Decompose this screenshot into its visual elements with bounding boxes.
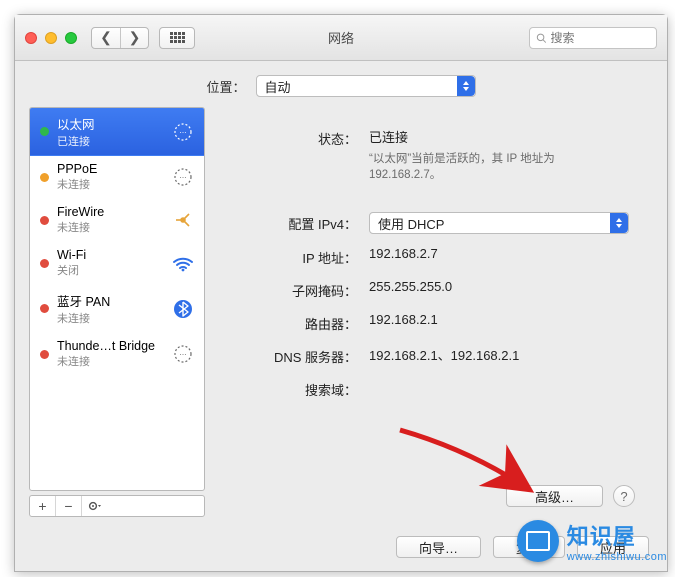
forward-button[interactable]: ❯ <box>120 28 148 48</box>
ip-row: IP 地址： 192.168.2.7 <box>239 246 635 267</box>
sidebar-item-label: PPPoE <box>57 162 162 176</box>
dns-value[interactable]: 192.168.2.1、192.168.2.1 <box>369 345 635 364</box>
firewire-icon <box>170 209 196 231</box>
sidebar-item-label: 蓝牙 PAN <box>57 291 162 310</box>
svg-text:⋯: ⋯ <box>180 130 187 137</box>
sidebar-item-label: FireWire <box>57 205 162 219</box>
bluetooth-icon <box>170 298 196 320</box>
remove-interface-button[interactable]: − <box>56 496 82 516</box>
ip-value: 192.168.2.7 <box>369 246 635 261</box>
ethernet-icon: ⋯ <box>170 121 196 143</box>
window-controls <box>25 32 77 44</box>
status-row: 状态： 已连接 “以太网”当前是活跃的，其 IP 地址为 192.168.2.7… <box>239 127 635 182</box>
dns-row: DNS 服务器： 192.168.2.1、192.168.2.1 <box>239 345 635 366</box>
interface-actions-button[interactable] <box>82 496 108 516</box>
location-label: 位置： <box>206 77 245 96</box>
nav-back-forward: ❮ ❯ <box>91 27 149 49</box>
network-preferences-window: ❮ ❯ 网络 位置： 自动 <box>14 14 668 572</box>
status-value: 已连接 <box>369 127 635 146</box>
sidebar-item-label: 以太网 <box>57 114 162 133</box>
sidebar-item-status: 未连接 <box>57 176 162 192</box>
configure-ipv4-select[interactable]: 使用 DHCP <box>369 212 629 234</box>
watermark-title: 知识屋 <box>567 519 667 551</box>
gear-icon <box>87 500 103 512</box>
status-dot <box>40 216 49 225</box>
watermark-logo-icon <box>517 520 559 562</box>
add-interface-button[interactable]: + <box>30 496 56 516</box>
sidebar-item-status: 未连接 <box>57 310 162 326</box>
sidebar-item-label: Wi-Fi <box>57 248 162 262</box>
mask-label: 子网掩码： <box>239 279 369 300</box>
sidebar-item-bluetooth[interactable]: 蓝牙 PAN 未连接 <box>30 285 204 333</box>
status-dot <box>40 173 49 182</box>
advanced-button[interactable]: 高级… <box>506 485 603 507</box>
sidebar-item-status: 已连接 <box>57 133 162 149</box>
search-icon <box>536 32 546 44</box>
sidebar-item-thunderbolt-bridge[interactable]: Thunde…t Bridge 未连接 ⋯ <box>30 333 204 376</box>
status-dot <box>40 350 49 359</box>
search-input[interactable] <box>550 31 650 45</box>
config-row: 配置 IPv4： 使用 DHCP <box>239 212 635 234</box>
sidebar-item-label: Thunde…t Bridge <box>57 339 162 353</box>
sidebar-item-status: 关闭 <box>57 262 162 278</box>
ethernet-icon: ⋯ <box>170 166 196 188</box>
location-value: 自动 <box>265 77 291 96</box>
location-select[interactable]: 自动 <box>256 75 476 97</box>
status-dot <box>40 304 49 313</box>
sidebar-item-status: 未连接 <box>57 219 162 235</box>
ethernet-icon: ⋯ <box>170 343 196 365</box>
config-value: 使用 DHCP <box>378 214 444 233</box>
sidebar-item-wifi[interactable]: Wi-Fi 关闭 <box>30 242 204 285</box>
status-dot <box>40 127 49 136</box>
router-value: 192.168.2.1 <box>369 312 635 327</box>
location-row: 位置： 自动 <box>15 61 667 107</box>
wifi-icon <box>170 252 196 274</box>
status-description: “以太网”当前是活跃的，其 IP 地址为 192.168.2.7。 <box>369 150 609 182</box>
content-area: 以太网 已连接 ⋯ PPPoE 未连接 ⋯ <box>15 107 667 523</box>
watermark-url: www.zhishiwu.com <box>567 551 667 563</box>
sidebar: 以太网 已连接 ⋯ PPPoE 未连接 ⋯ <box>29 107 205 517</box>
searchdomain-label: 搜索域： <box>239 378 369 399</box>
mask-value: 255.255.255.0 <box>369 279 635 294</box>
sidebar-footer: + − <box>29 495 205 517</box>
advanced-row: 高级… ? <box>506 485 635 507</box>
router-label: 路由器： <box>239 312 369 333</box>
detail-panel: 状态： 已连接 “以太网”当前是活跃的，其 IP 地址为 192.168.2.7… <box>221 107 653 517</box>
svg-text:⋯: ⋯ <box>180 352 187 359</box>
svg-text:⋯: ⋯ <box>180 175 187 182</box>
select-stepper-icon <box>457 76 475 96</box>
router-row: 路由器： 192.168.2.1 <box>239 312 635 333</box>
toolbar: ❮ ❯ 网络 <box>15 15 667 61</box>
status-dot <box>40 259 49 268</box>
watermark: 知识屋 www.zhishiwu.com <box>517 519 667 563</box>
select-stepper-icon <box>610 213 628 233</box>
search-field[interactable] <box>529 27 657 49</box>
ip-label: IP 地址： <box>239 246 369 267</box>
show-all-button[interactable] <box>159 27 195 49</box>
mask-row: 子网掩码： 255.255.255.0 <box>239 279 635 300</box>
minimize-window-button[interactable] <box>45 32 57 44</box>
config-label: 配置 IPv4： <box>239 212 369 233</box>
dns-label: DNS 服务器： <box>239 345 369 366</box>
sidebar-item-ethernet[interactable]: 以太网 已连接 ⋯ <box>30 108 204 156</box>
interface-list: 以太网 已连接 ⋯ PPPoE 未连接 ⋯ <box>29 107 205 491</box>
sidebar-item-firewire[interactable]: FireWire 未连接 <box>30 199 204 242</box>
sidebar-item-pppoe[interactable]: PPPoE 未连接 ⋯ <box>30 156 204 199</box>
assist-button[interactable]: 向导… <box>396 536 481 558</box>
close-window-button[interactable] <box>25 32 37 44</box>
help-button[interactable]: ? <box>613 485 635 507</box>
status-label: 状态： <box>239 127 369 148</box>
searchdomain-row: 搜索域： <box>239 378 635 399</box>
grid-icon <box>170 32 185 43</box>
zoom-window-button[interactable] <box>65 32 77 44</box>
sidebar-item-status: 未连接 <box>57 353 162 369</box>
back-button[interactable]: ❮ <box>92 28 120 48</box>
